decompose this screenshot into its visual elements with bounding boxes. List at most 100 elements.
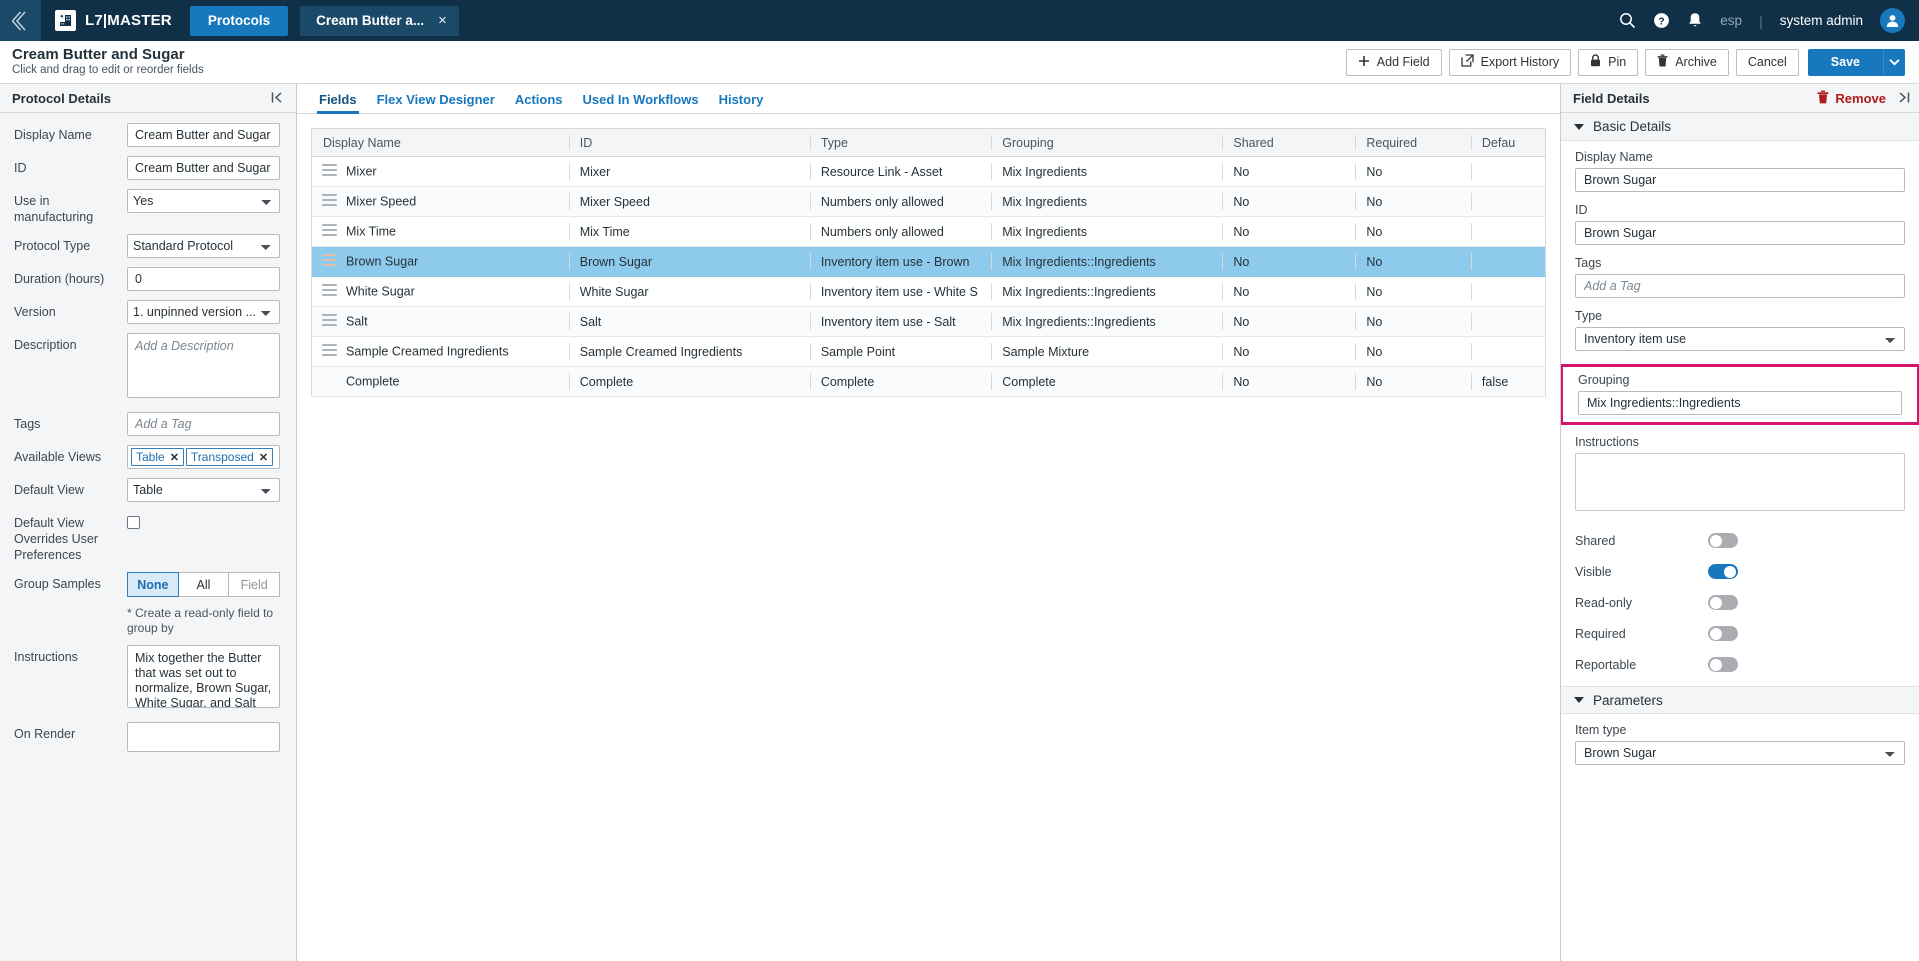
fd-display-name-input[interactable] xyxy=(1575,168,1905,192)
remove-field-button[interactable]: Remove xyxy=(1817,90,1886,107)
nav-tab-protocols[interactable]: Protocols xyxy=(189,5,289,36)
cell-display-name[interactable]: Brown Sugar xyxy=(311,246,569,277)
drag-handle-icon[interactable] xyxy=(322,164,337,179)
tab-flex-view-designer[interactable]: Flex View Designer xyxy=(367,92,505,113)
field-default-view: Default View Table xyxy=(0,478,296,502)
version-select[interactable]: 1. unpinned version ... xyxy=(127,300,280,324)
cell-display-name[interactable]: Sample Creamed Ingredients xyxy=(311,336,569,367)
duration-input[interactable] xyxy=(127,267,280,291)
tab-actions[interactable]: Actions xyxy=(505,92,573,113)
user-avatar-icon[interactable] xyxy=(1880,8,1905,33)
tab-fields[interactable]: Fields xyxy=(309,92,367,114)
default-view-override-checkbox[interactable] xyxy=(127,516,140,529)
help-circle-icon[interactable]: ? xyxy=(1653,12,1670,29)
tab-used-in-workflows[interactable]: Used In Workflows xyxy=(573,92,709,113)
group-samples-option-all[interactable]: All xyxy=(178,572,230,597)
group-samples-option-none[interactable]: None xyxy=(127,572,179,597)
archive-button[interactable]: Archive xyxy=(1645,48,1729,76)
add-field-button[interactable]: Add Field xyxy=(1345,48,1442,76)
drag-handle-icon[interactable] xyxy=(322,344,337,359)
drag-handle-icon[interactable] xyxy=(322,224,337,239)
version-label: Version xyxy=(14,305,56,319)
toggle-shared[interactable] xyxy=(1708,533,1738,548)
group-samples-note-row: * Create a read-only field to group by xyxy=(0,606,296,636)
column-header-shared[interactable]: Shared xyxy=(1222,128,1356,157)
toggle-visible[interactable] xyxy=(1708,564,1738,579)
save-dropdown-chevron-down-icon[interactable] xyxy=(1883,48,1905,76)
nav-tab-document[interactable]: Cream Butter a... × xyxy=(300,5,459,36)
table-row[interactable]: Sample Creamed Ingredients Sample Creame… xyxy=(311,336,1546,367)
tags-input[interactable] xyxy=(127,412,280,436)
id-input[interactable] xyxy=(127,156,280,180)
back-collapse-icon[interactable] xyxy=(0,0,41,41)
save-button[interactable]: Save xyxy=(1807,48,1883,76)
cell-grouping: Mix Ingredients::Ingredients xyxy=(991,246,1223,277)
fd-instructions-textarea[interactable] xyxy=(1575,453,1905,511)
fd-grouping-input[interactable] xyxy=(1578,391,1902,415)
table-row[interactable]: Mix Time Mix Time Numbers only allowed M… xyxy=(311,216,1546,247)
cancel-button[interactable]: Cancel xyxy=(1735,48,1799,76)
drag-handle-icon[interactable] xyxy=(322,314,337,329)
bell-icon[interactable] xyxy=(1687,12,1703,29)
chip-table[interactable]: Table ✕ xyxy=(131,448,184,466)
toggle-required[interactable] xyxy=(1708,626,1738,641)
cell-display-name[interactable]: Mixer Speed xyxy=(311,186,569,217)
user-name[interactable]: system admin xyxy=(1780,13,1863,28)
collapse-left-icon[interactable] xyxy=(271,91,285,106)
chip-remove-icon[interactable]: ✕ xyxy=(259,451,268,464)
language-selector[interactable]: esp xyxy=(1720,13,1742,28)
drag-handle-icon[interactable] xyxy=(322,194,337,209)
description-textarea[interactable] xyxy=(127,333,280,398)
column-header-display-name[interactable]: Display Name xyxy=(311,128,569,157)
tab-history[interactable]: History xyxy=(709,92,774,113)
accordion-parameters[interactable]: Parameters xyxy=(1561,686,1919,714)
fd-item-type-label: Item type xyxy=(1575,723,1627,737)
chip-remove-icon[interactable]: ✕ xyxy=(170,451,179,464)
table-row[interactable]: Mixer Mixer Resource Link - Asset Mix In… xyxy=(311,156,1546,187)
table-row[interactable]: Salt Salt Inventory item use - Salt Mix … xyxy=(311,306,1546,337)
sidebar-form: Display Name ID Use in manufacturing Yes… xyxy=(0,113,296,961)
cell-id: Salt xyxy=(568,306,810,337)
cell-display-name[interactable]: Mixer xyxy=(311,156,569,187)
table-row[interactable]: Mixer Speed Mixer Speed Numbers only all… xyxy=(311,186,1546,217)
use-in-manufacturing-select[interactable]: Yes xyxy=(127,189,280,213)
column-header-type[interactable]: Type xyxy=(809,128,992,157)
accordion-basic-details[interactable]: Basic Details xyxy=(1561,113,1919,141)
column-header-grouping[interactable]: Grouping xyxy=(991,128,1223,157)
protocol-type-select[interactable]: Standard Protocol xyxy=(127,234,280,258)
cell-display-name-text: Brown Sugar xyxy=(346,254,419,269)
duration-label: Duration (hours) xyxy=(14,272,105,286)
cell-grouping: Mix Ingredients::Ingredients xyxy=(991,276,1223,307)
available-views-chip-box[interactable]: Table ✕ Transposed ✕ xyxy=(127,445,280,469)
default-view-override-label: Default View Overrides User Preferences xyxy=(14,516,99,562)
instructions-textarea[interactable] xyxy=(127,645,280,708)
table-row-selected[interactable]: Brown Sugar Brown Sugar Inventory item u… xyxy=(311,246,1546,277)
toggle-reportable[interactable] xyxy=(1708,657,1738,672)
cell-display-name[interactable]: Mix Time xyxy=(311,216,569,247)
column-header-required[interactable]: Required xyxy=(1355,128,1471,157)
pin-button[interactable]: Pin xyxy=(1578,48,1639,76)
table-row[interactable]: Complete Complete Complete Complete No N… xyxy=(311,366,1546,397)
chip-transposed[interactable]: Transposed ✕ xyxy=(185,448,274,466)
column-header-id[interactable]: ID xyxy=(568,128,810,157)
cell-display-name[interactable]: Complete xyxy=(311,366,569,397)
cell-display-name[interactable]: Salt xyxy=(311,306,569,337)
export-history-button[interactable]: Export History xyxy=(1448,48,1572,76)
drag-handle-icon[interactable] xyxy=(322,254,337,269)
fd-id-input[interactable] xyxy=(1575,221,1905,245)
close-icon[interactable]: × xyxy=(438,12,447,29)
collapse-right-icon[interactable] xyxy=(1896,91,1910,106)
column-header-default[interactable]: Defau xyxy=(1470,128,1546,157)
default-view-select[interactable]: Table xyxy=(127,478,280,502)
cell-display-name[interactable]: White Sugar xyxy=(311,276,569,307)
search-icon[interactable] xyxy=(1619,12,1636,29)
group-samples-option-field[interactable]: Field xyxy=(229,572,281,597)
display-name-input[interactable] xyxy=(127,123,280,147)
fd-type-select[interactable]: Inventory item use xyxy=(1575,327,1905,351)
table-row[interactable]: White Sugar White Sugar Inventory item u… xyxy=(311,276,1546,307)
on-render-textarea[interactable] xyxy=(127,722,280,752)
toggle-read-only[interactable] xyxy=(1708,595,1738,610)
drag-handle-icon[interactable] xyxy=(322,284,337,299)
fd-tags-input[interactable] xyxy=(1575,274,1905,298)
fd-item-type-select[interactable]: Brown Sugar xyxy=(1575,741,1905,765)
